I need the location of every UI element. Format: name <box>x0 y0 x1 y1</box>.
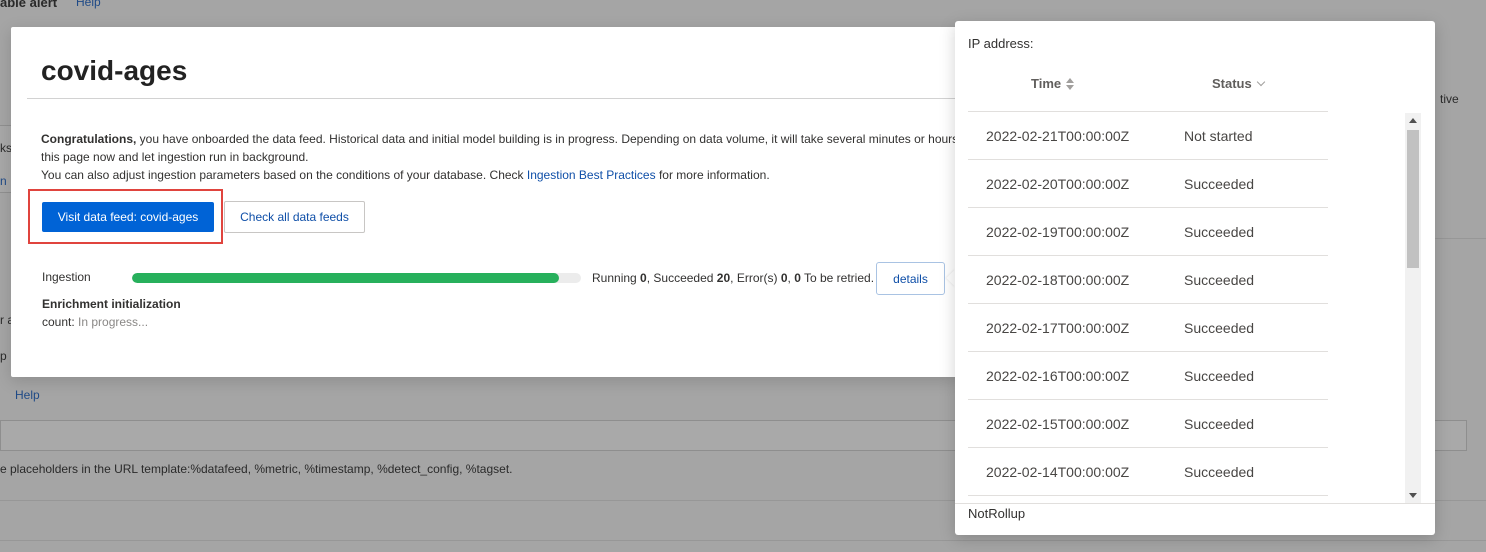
row-status: Succeeded <box>1184 271 1255 288</box>
status-header-label: Status <box>1212 76 1252 91</box>
ingestion-best-practices-link[interactable]: Ingestion Best Practices <box>527 168 656 182</box>
rollup-footer-text: NotRollup <box>968 506 1026 521</box>
table-row: 2022-02-21T00:00:00Z Not started <box>968 112 1328 160</box>
ingestion-label: Ingestion <box>42 270 91 284</box>
table-row <box>968 496 1328 503</box>
bg-fragment-link[interactable]: n <box>0 174 7 188</box>
column-header-status[interactable]: Status <box>1212 76 1265 91</box>
ip-address-label: IP address: <box>968 36 1034 51</box>
row-time: 2022-02-19T00:00:00Z <box>986 223 1130 240</box>
bg-help-link[interactable]: Help <box>76 0 101 9</box>
message-line-1: you have onboarded the data feed. Histor… <box>136 132 962 146</box>
bg-fragment-p: p <box>0 349 7 363</box>
row-time: 2022-02-16T00:00:00Z <box>986 367 1130 384</box>
list-scrollbar[interactable] <box>1405 113 1421 503</box>
row-status: Succeeded <box>1184 463 1255 480</box>
table-row: 2022-02-19T00:00:00Z Succeeded <box>968 208 1328 256</box>
scroll-thumb[interactable] <box>1407 130 1419 268</box>
retry-count: 0 <box>794 271 801 285</box>
row-time: 2022-02-20T00:00:00Z <box>986 175 1130 192</box>
congrats-text: Congratulations, <box>41 132 137 146</box>
sort-icon[interactable] <box>1065 77 1075 91</box>
row-time: 2022-02-15T00:00:00Z <box>986 415 1130 432</box>
bg-native-text: tive <box>1440 92 1459 106</box>
ingestion-details-callout: IP address: Time Status 2022-02-21T00:00… <box>955 21 1435 535</box>
ingestion-progress-bar <box>132 273 581 283</box>
running-label: Running <box>592 271 641 285</box>
check-all-data-feeds-button[interactable]: Check all data feeds <box>224 201 365 233</box>
bg-divider <box>0 540 1486 541</box>
row-status: Succeeded <box>1184 175 1255 192</box>
table-row: 2022-02-18T00:00:00Z Succeeded <box>968 256 1328 304</box>
onboarding-message: Congratulations, you have onboarded the … <box>41 130 971 184</box>
row-status: Not started <box>1184 127 1253 144</box>
dialog-divider <box>27 98 961 99</box>
footer-divider <box>955 503 1435 504</box>
column-header-time[interactable]: Time <box>1031 76 1075 91</box>
message-line-3-end: for more information. <box>655 168 770 182</box>
message-line-3: You can also adjust ingestion parameters… <box>41 168 527 182</box>
dialog-title: covid-ages <box>41 55 188 86</box>
table-row: 2022-02-14T00:00:00Z Succeeded <box>968 448 1328 496</box>
bg-divider <box>1430 238 1486 239</box>
bg-placeholders-hint: e placeholders in the URL template:%data… <box>0 462 513 476</box>
bg-help-link-2[interactable]: Help <box>15 388 40 402</box>
table-row: 2022-02-16T00:00:00Z Succeeded <box>968 352 1328 400</box>
enrichment-count: count: In progress... <box>42 315 148 329</box>
ingestion-status: Running 0, Succeeded 20, Error(s) 0, 0 T… <box>592 271 874 285</box>
enrichment-title: Enrichment initialization <box>42 297 181 311</box>
errors-label: , Error(s) <box>730 271 781 285</box>
row-time: 2022-02-17T00:00:00Z <box>986 319 1130 336</box>
row-status: Succeeded <box>1184 319 1255 336</box>
errors-count: 0 <box>780 271 788 285</box>
table-row: 2022-02-15T00:00:00Z Succeeded <box>968 400 1328 448</box>
scroll-up-arrow-icon[interactable] <box>1409 118 1417 123</box>
retry-label: To be retried. <box>800 271 875 285</box>
running-count: 0 <box>640 271 647 285</box>
count-label: count: <box>42 315 79 329</box>
ingestion-history-list: 2022-02-21T00:00:00Z Not started 2022-02-… <box>968 112 1328 503</box>
details-button[interactable]: details <box>876 262 945 295</box>
row-time: 2022-02-21T00:00:00Z <box>986 127 1130 144</box>
succeeded-label: , Succeeded <box>646 271 717 285</box>
onboarding-dialog: covid-ages Congratulations, you have onb… <box>11 27 962 377</box>
row-status: Succeeded <box>1184 367 1255 384</box>
chevron-down-icon[interactable] <box>1256 77 1265 87</box>
row-status: Succeeded <box>1184 223 1255 240</box>
scroll-down-arrow-icon[interactable] <box>1409 493 1417 498</box>
ingestion-progress-fill <box>132 273 559 283</box>
visit-data-feed-button[interactable]: Visit data feed: covid-ages <box>42 202 214 232</box>
table-row: 2022-02-20T00:00:00Z Succeeded <box>968 160 1328 208</box>
bg-section-title: able alert <box>0 0 58 10</box>
row-status: Succeeded <box>1184 415 1255 432</box>
table-row: 2022-02-17T00:00:00Z Succeeded <box>968 304 1328 352</box>
time-header-label: Time <box>1031 76 1062 91</box>
count-value: In progress... <box>78 315 149 329</box>
succeeded-count: 20 <box>716 271 731 285</box>
row-time: 2022-02-18T00:00:00Z <box>986 271 1130 288</box>
row-time: 2022-02-14T00:00:00Z <box>986 463 1130 480</box>
message-line-2: this page now and let ingestion run in b… <box>41 150 309 164</box>
